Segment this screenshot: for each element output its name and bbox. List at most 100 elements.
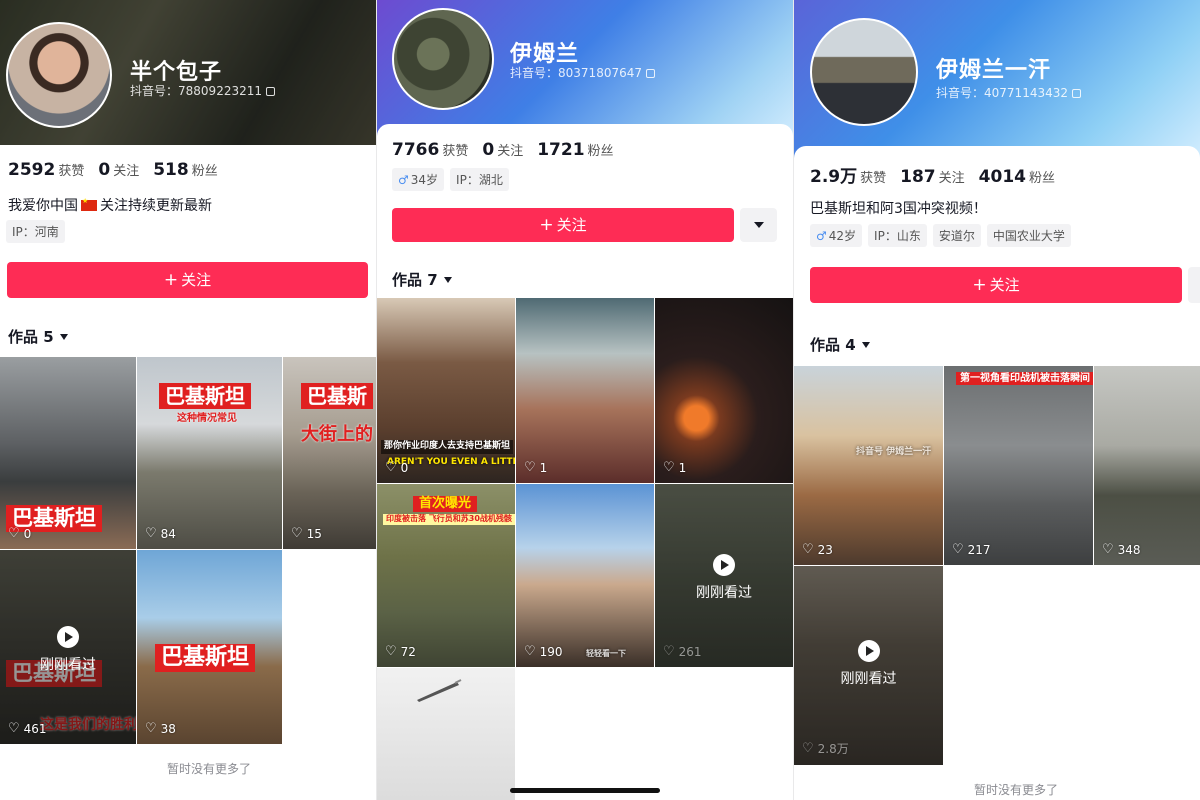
recently-watched: 刚刚看过: [655, 554, 793, 602]
video-thumbnail[interactable]: 那你作业印度人去支持巴基斯坦 AREN'T YOU EVEN A LITTLE …: [377, 298, 515, 483]
stat-followers[interactable]: 518 粉丝: [153, 160, 218, 180]
video-thumbnail[interactable]: 轻轻看一下 ♡ 190: [516, 484, 654, 667]
video-likes: ♡ 1: [663, 460, 687, 475]
profile-tags: ♂ 42岁 IP：山东 安道尔 中国农业大学: [810, 224, 1071, 247]
profile-tags: IP：河南: [6, 220, 65, 243]
ip-tag: IP：河南: [6, 220, 65, 243]
heart-icon: ♡: [802, 542, 814, 557]
video-thumbnail[interactable]: 抖音号 伊姆兰一汗 ♡ 23: [794, 366, 943, 565]
profile-tags: ♂ 34岁 IP：湖北: [392, 168, 509, 191]
works-tab[interactable]: 作品 5: [8, 326, 68, 347]
profile-stats: 2592 获赞 0 关注 518 粉丝: [8, 160, 218, 180]
recently-watched: 刚刚看过: [794, 640, 943, 688]
stat-followers[interactable]: 4014 粉丝: [979, 167, 1055, 187]
video-thumbnail[interactable]: 刚刚看过 ♡ 261: [655, 484, 793, 667]
stat-likes[interactable]: 7766 获赞: [392, 140, 468, 160]
douyin-id-value: 78809223211: [178, 84, 262, 98]
profile-panel-2: 伊姆兰 抖音号：80371807647 7766 获赞 0 关注 1721 粉丝 ♂ 3…: [377, 0, 793, 800]
heart-icon: ♡: [802, 741, 814, 756]
video-likes: ♡ 84: [145, 526, 176, 541]
caret-down-icon: [861, 342, 870, 348]
male-icon: ♂: [816, 229, 827, 243]
heart-icon: ♡: [385, 644, 397, 659]
video-likes: ♡ 23: [802, 542, 833, 557]
douyin-id: 抖音号：78809223211: [130, 82, 275, 99]
profile-panel-3: 伊姆兰一汗 抖音号：40771143432 2.9万 获赞 187 关注 4014 粉…: [794, 0, 1200, 800]
play-icon: [57, 626, 79, 648]
video-likes: ♡ 15: [291, 526, 322, 541]
video-thumbnail[interactable]: ♡ 1: [516, 298, 654, 483]
douyin-id-label: 抖音号：: [130, 84, 179, 98]
heart-icon: ♡: [8, 721, 20, 736]
video-likes: ♡ 217: [952, 542, 991, 557]
stat-likes[interactable]: 2592 获赞: [8, 160, 84, 180]
video-likes: ♡ 0: [385, 460, 409, 475]
video-caption: 巴基斯坦: [155, 644, 256, 673]
video-thumbnail[interactable]: 巴基斯坦 ♡ 38: [137, 550, 282, 744]
heart-icon: ♡: [385, 460, 397, 475]
plus-icon: +: [163, 270, 179, 290]
video-likes: ♡ 261: [663, 644, 702, 659]
profile-panel-1: 半个包子 抖音号：78809223211 2592 获赞 0 关注 518 粉丝 我爱…: [0, 0, 376, 800]
avatar[interactable]: [392, 8, 494, 110]
video-watermark: 轻轻看一下: [586, 649, 626, 658]
video-watermark: 抖音号 伊姆兰一汗: [856, 447, 932, 457]
video-thumbnail[interactable]: [377, 668, 515, 800]
avatar[interactable]: [6, 22, 112, 128]
heart-icon: ♡: [145, 526, 157, 541]
douyin-id: 抖音号：80371807647: [510, 64, 655, 81]
male-icon: ♂: [398, 173, 409, 187]
video-likes: ♡ 1: [524, 460, 548, 475]
more-options-button[interactable]: [1188, 267, 1200, 303]
stat-followers[interactable]: 1721 粉丝: [537, 140, 613, 160]
video-thumbnail[interactable]: ♡ 1: [655, 298, 793, 483]
follow-button[interactable]: + 关注: [7, 262, 368, 298]
no-more-text: 暂时没有更多了: [974, 783, 1059, 797]
stat-following[interactable]: 187 关注: [900, 167, 965, 187]
play-icon: [857, 640, 880, 662]
home-indicator[interactable]: [510, 788, 660, 793]
stat-likes[interactable]: 2.9万 获赞: [810, 162, 886, 187]
heart-icon: ♡: [524, 644, 536, 659]
heart-icon: ♡: [524, 460, 536, 475]
heart-icon: ♡: [291, 526, 303, 541]
works-tab[interactable]: 作品 4: [810, 334, 870, 355]
stat-following[interactable]: 0 关注: [98, 160, 139, 180]
video-thumbnail[interactable]: ♡ 348: [1094, 366, 1200, 565]
video-caption: 第一视角看印战机被击落瞬间: [956, 372, 1093, 385]
video-thumbnail[interactable]: 刚刚看过 ♡ 2.8万: [794, 566, 943, 765]
douyin-id: 抖音号：40771143432: [936, 84, 1081, 101]
plus-icon: +: [972, 275, 987, 295]
video-thumbnail[interactable]: 巴基斯坦 这种情况常见 ♡ 84: [137, 357, 282, 549]
copy-icon[interactable]: [1072, 89, 1081, 98]
school-tag: 中国农业大学: [986, 224, 1071, 247]
stat-following[interactable]: 0 关注: [482, 140, 523, 160]
video-likes: ♡ 190: [524, 644, 563, 659]
avatar[interactable]: [810, 18, 918, 126]
follow-button[interactable]: + 关注: [392, 208, 734, 242]
ip-tag: IP：山东: [868, 224, 927, 247]
follow-button[interactable]: + 关注: [810, 267, 1182, 303]
video-subcaption: 这种情况常见: [177, 413, 237, 424]
china-flag-icon: [81, 197, 97, 211]
caret-down-icon: [443, 277, 452, 283]
caret-down-icon: [59, 334, 68, 340]
age-tag: ♂ 42岁: [810, 224, 863, 247]
profile-bio: 巴基斯坦和阿3国冲突视频！: [810, 201, 987, 217]
profile-stats: 2.9万 获赞 187 关注 4014 粉丝: [810, 162, 1055, 187]
video-thumbnail[interactable]: 巴基斯坦 这是我们的胜利 刚刚看过 ♡ 461: [0, 550, 136, 744]
heart-icon: ♡: [952, 542, 964, 557]
copy-icon[interactable]: [266, 87, 275, 96]
video-thumbnail[interactable]: 巴基斯 大街上的 ♡ 15: [283, 357, 376, 549]
video-caption: 巴基斯: [301, 383, 373, 409]
ip-tag: IP：湖北: [450, 168, 509, 191]
video-thumbnail[interactable]: 巴基斯坦 ♡ 0: [0, 357, 136, 549]
video-subcaption: 大街上的: [301, 424, 373, 445]
video-thumbnail[interactable]: 首次曝光 印度被击落 飞行员和苏30战机残骸 ♡ 72: [377, 484, 515, 667]
video-likes: ♡ 461: [8, 721, 47, 736]
video-thumbnail[interactable]: 第一视角看印战机被击落瞬间 ♡ 217: [944, 366, 1093, 565]
more-options-button[interactable]: [740, 208, 777, 242]
video-subcaption: 印度被击落 飞行员和苏30战机残骸: [383, 514, 515, 525]
copy-icon[interactable]: [646, 69, 655, 78]
works-tab[interactable]: 作品 7: [392, 269, 452, 290]
